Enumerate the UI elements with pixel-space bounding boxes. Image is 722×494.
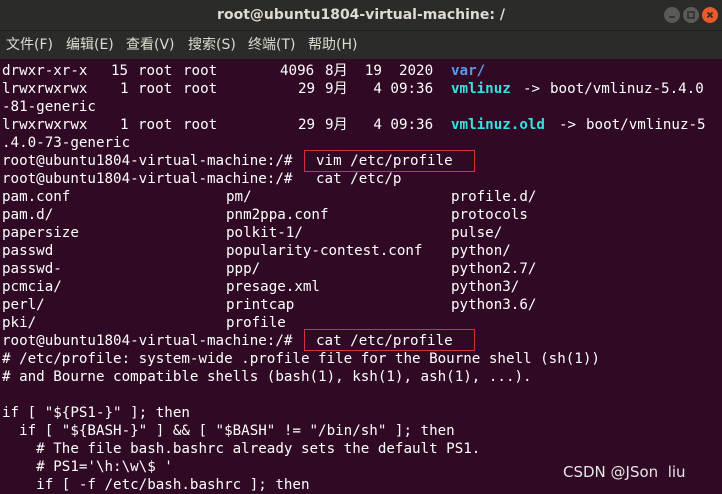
- command-text: cat /etc/p: [316, 171, 402, 187]
- file-links: 1: [120, 117, 129, 133]
- completion-row: pcmcia/ presage.xml python3/: [2, 278, 519, 296]
- maximize-button[interactable]: [683, 7, 699, 23]
- prompt-line: root@ubuntu1804-virtual-machine:/# cat /…: [2, 332, 453, 350]
- completion-item: pm/: [226, 189, 252, 205]
- file-owner: root: [138, 117, 173, 133]
- completion-row: pki/ profile: [2, 314, 286, 332]
- close-button[interactable]: [702, 7, 718, 23]
- close-icon: [706, 11, 714, 19]
- completion-item: pnm2ppa.conf: [226, 207, 329, 223]
- completion-item: python3/: [451, 279, 520, 295]
- shell-prompt: root@ubuntu1804-virtual-machine:/#: [2, 333, 293, 349]
- file-name: vmlinuz.old: [451, 117, 545, 133]
- listing-row: drwxr-xr-x 15 root root 4096 8月 19 2020 …: [2, 62, 485, 80]
- prompt-line: root@ubuntu1804-virtual-machine:/# vim /…: [2, 152, 453, 170]
- link-target: boot/vmlinuz-5.4.0: [550, 81, 704, 97]
- watermark: CSDN @JSon liu: [563, 463, 686, 481]
- file-perms: lrwxrwxrwx: [2, 81, 88, 97]
- completion-item: presage.xml: [226, 279, 320, 295]
- menu-edit[interactable]: 编辑(E): [66, 31, 114, 59]
- window-title: root@ubuntu1804-virtual-machine: /: [217, 7, 505, 23]
- completion-item: popularity-contest.conf: [226, 243, 423, 259]
- file-group: root: [183, 117, 218, 133]
- completion-item: profile.d/: [451, 189, 537, 205]
- terminal-area[interactable]: drwxr-xr-x 15 root root 4096 8月 19 2020 …: [0, 60, 722, 494]
- shell-prompt: root@ubuntu1804-virtual-machine:/#: [2, 153, 293, 169]
- output-line: if [ "${PS1-}" ]; then: [2, 405, 190, 421]
- title-bar[interactable]: root@ubuntu1804-virtual-machine: /: [0, 0, 722, 31]
- maximize-icon: [687, 11, 695, 19]
- completion-item: pam.d/: [2, 207, 54, 223]
- file-group: root: [183, 63, 218, 79]
- completion-row: pam.d/ pnm2ppa.conf protocols: [2, 206, 528, 224]
- minimize-button[interactable]: [664, 7, 680, 23]
- menu-bar: 文件(F) 编辑(E) 查看(V) 搜索(S) 终端(T) 帮助(H): [0, 31, 722, 59]
- completion-item: passwd-: [2, 261, 62, 277]
- completion-item: protocols: [451, 207, 528, 223]
- completion-item: profile: [226, 315, 286, 331]
- menu-view[interactable]: 查看(V): [126, 31, 175, 59]
- listing-wrap: .4.0-73-generic: [2, 134, 130, 152]
- completion-item: python3.6/: [451, 297, 537, 313]
- output-line: # /etc/profile: system-wide .profile fil…: [2, 351, 600, 367]
- menu-terminal[interactable]: 终端(T): [248, 31, 295, 59]
- file-name: vmlinuz: [451, 81, 511, 97]
- completion-item: printcap: [226, 297, 295, 313]
- file-name: var/: [451, 63, 486, 79]
- completion-item: pcmcia/: [2, 279, 62, 295]
- menu-help[interactable]: 帮助(H): [308, 31, 357, 59]
- completion-row: passwd popularity-contest.conf python/: [2, 242, 511, 260]
- completion-item: python/: [451, 243, 511, 259]
- file-date: 9月 4 09:36: [325, 117, 434, 133]
- file-owner: root: [138, 81, 173, 97]
- file-size: 29: [298, 81, 316, 97]
- link-target: boot/vmlinuz-5: [586, 117, 706, 133]
- link-arrow: ->: [523, 81, 541, 97]
- shell-prompt: root@ubuntu1804-virtual-machine:/#: [2, 171, 293, 187]
- output-line: # and Bourne compatible shells (bash(1),…: [2, 369, 532, 385]
- completion-row: pam.conf pm/ profile.d/: [2, 188, 536, 206]
- file-owner: root: [138, 63, 173, 79]
- link-target-cont: -81-generic: [2, 99, 96, 115]
- file-links: 15: [111, 63, 129, 79]
- output-line: if [ "${BASH-}" ] && [ "$BASH" != "/bin/…: [2, 423, 455, 439]
- completion-item: pki/: [2, 315, 37, 331]
- completion-row: perl/ printcap python3.6/: [2, 296, 536, 314]
- prompt-line: root@ubuntu1804-virtual-machine:/# cat /…: [2, 170, 401, 188]
- completion-row: passwd- ppp/ python2.7/: [2, 260, 536, 278]
- menu-file[interactable]: 文件(F): [6, 31, 53, 59]
- file-group: root: [183, 81, 218, 97]
- listing-wrap: -81-generic: [2, 98, 96, 116]
- file-perms: drwxr-xr-x: [2, 63, 88, 79]
- completion-item: python2.7/: [451, 261, 537, 277]
- link-arrow: ->: [559, 117, 577, 133]
- output-line: # PS1='\h:\w\$ ': [2, 459, 173, 475]
- file-date: 8月 19 2020: [325, 63, 434, 79]
- output-line: if [ -f /etc/bash.bashrc ]; then: [2, 477, 310, 493]
- output-line: # The file bash.bashrc already sets the …: [2, 441, 481, 457]
- menu-search[interactable]: 搜索(S): [188, 31, 236, 59]
- highlight-box: [304, 150, 475, 172]
- completion-item: polkit-1/: [226, 225, 303, 241]
- completion-item: ppp/: [226, 261, 261, 277]
- file-size: 29: [298, 117, 316, 133]
- completion-item: pulse/: [451, 225, 503, 241]
- completion-row: papersize polkit-1/ pulse/: [2, 224, 502, 242]
- highlight-box: [304, 329, 475, 351]
- completion-item: papersize: [2, 225, 79, 241]
- completion-item: perl/: [2, 297, 45, 313]
- minimize-icon: [669, 16, 675, 18]
- completion-item: passwd: [2, 243, 54, 259]
- file-links: 1: [120, 81, 129, 97]
- link-target-cont: .4.0-73-generic: [2, 135, 131, 151]
- file-date: 9月 4 09:36: [325, 81, 434, 97]
- completion-item: pam.conf: [2, 189, 71, 205]
- listing-row: lrwxrwxrwx 1 root root 29 9月 4 09:36 vml…: [2, 80, 704, 98]
- listing-row: lrwxrwxrwx 1 root root 29 9月 4 09:36 vml…: [2, 116, 706, 134]
- file-size: 4096: [280, 63, 315, 79]
- file-perms: lrwxrwxrwx: [2, 117, 88, 133]
